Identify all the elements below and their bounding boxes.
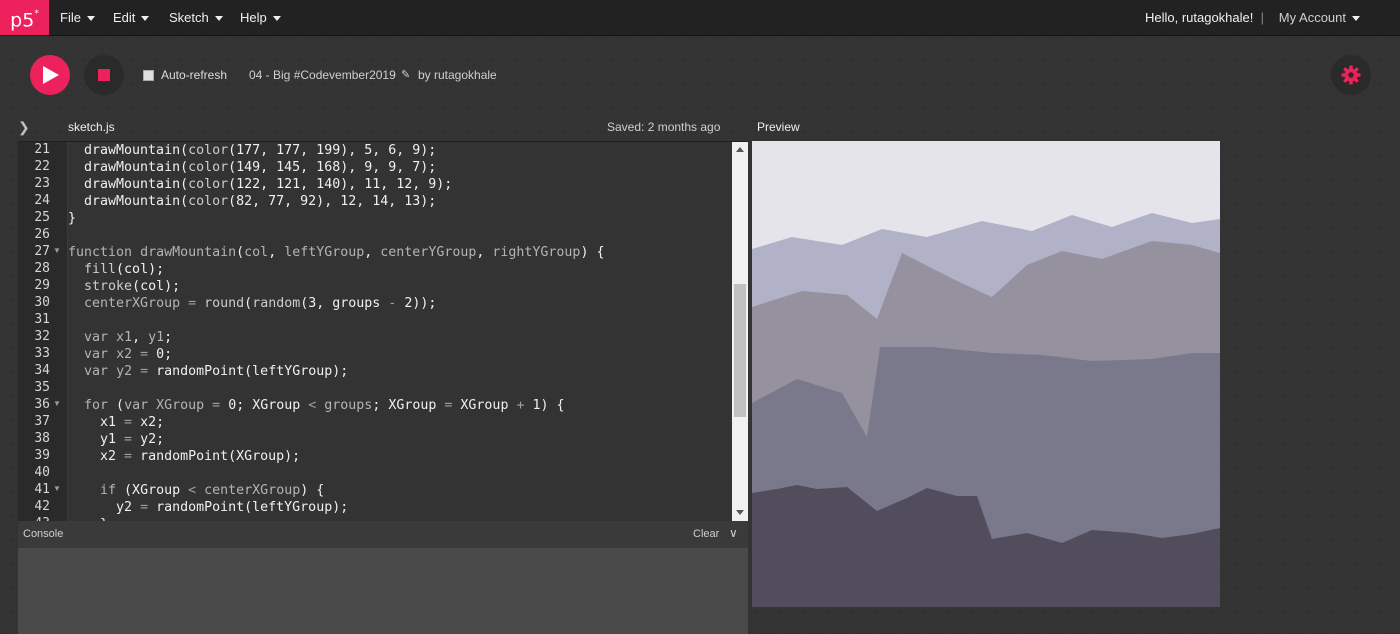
code-line: drawMountain(color(177, 177, 199), 5, 6,…: [68, 143, 437, 158]
line-number: 38: [34, 431, 50, 446]
code-content[interactable]: drawMountain(color(177, 177, 199), 5, 6,…: [68, 142, 732, 521]
code-line: y1 = y2;: [68, 432, 165, 447]
code-line: y2 = randomPoint(leftYGroup);: [68, 500, 349, 515]
line-number: 22: [34, 159, 50, 174]
chevron-down-icon: [214, 16, 223, 22]
mountain-artwork: [752, 141, 1220, 607]
code-line: var x2 = 0;: [84, 347, 173, 362]
chevron-down-icon: [272, 16, 281, 22]
code-line: function drawMountain(col, leftYGroup, c…: [68, 245, 605, 260]
code-line: drawMountain(color(82, 77, 92), 12, 14, …: [68, 194, 437, 209]
line-number: 35: [34, 380, 50, 395]
menu-file[interactable]: File: [60, 0, 95, 35]
line-number: 28: [34, 261, 50, 276]
line-number: 36: [34, 397, 50, 412]
line-number: 32: [34, 329, 50, 344]
code-line: x2 = randomPoint(XGroup);: [68, 449, 301, 464]
scroll-down-icon[interactable]: [736, 510, 744, 515]
code-line: var x1, y1;: [84, 330, 173, 345]
chevron-down-icon: [86, 16, 95, 22]
line-number: 33: [34, 346, 50, 361]
console-clear-button[interactable]: Clear: [693, 528, 719, 540]
menu-sketch[interactable]: Sketch: [169, 0, 223, 35]
line-number-gutter: 21 22 23 24 25 26 27 ▼ 28 29 30 31 32 33…: [18, 142, 68, 521]
line-number: 26: [34, 227, 50, 242]
line-number: 40: [34, 465, 50, 480]
preview-label: Preview: [757, 120, 800, 134]
line-number: 34: [34, 363, 50, 378]
fold-arrow-icon[interactable]: ▼: [53, 484, 61, 493]
code-line: drawMountain(color(149, 145, 168), 9, 9,…: [68, 160, 437, 175]
sidebar-expand-icon[interactable]: ❯: [18, 119, 30, 136]
auto-refresh-label: Auto-refresh: [161, 68, 228, 82]
auto-refresh-checkbox[interactable]: [143, 70, 154, 81]
menu-help[interactable]: Help: [240, 0, 281, 35]
code-line: drawMountain(color(122, 121, 140), 11, 1…: [68, 177, 453, 192]
chevron-down-icon: [1352, 16, 1360, 22]
preview-canvas[interactable]: [752, 141, 1220, 607]
my-account-menu[interactable]: My Account: [1279, 0, 1360, 35]
scrollbar-thumb[interactable]: [734, 284, 746, 417]
line-number: 24: [34, 193, 50, 208]
code-line: }: [68, 211, 77, 226]
saved-status: Saved: 2 months ago: [607, 120, 721, 134]
line-number: 27: [34, 244, 50, 259]
code-line: for (var XGroup = 0; XGroup < groups; XG…: [84, 398, 565, 413]
code-editor[interactable]: 21 22 23 24 25 26 27 ▼ 28 29 30 31 32 33…: [18, 141, 748, 521]
code-line: fill(col);: [84, 262, 165, 277]
code-line: stroke(col);: [84, 279, 181, 294]
scroll-up-icon[interactable]: [736, 147, 744, 152]
stop-button[interactable]: [84, 55, 124, 95]
play-icon: [43, 66, 59, 84]
console-output: [18, 548, 748, 634]
chevron-down-icon[interactable]: ∨: [729, 526, 738, 540]
code-line: centerXGroup = round(random(3, groups - …: [84, 296, 437, 311]
sketch-name[interactable]: 04 - Big #Codevember2019: [249, 68, 396, 82]
line-number: 37: [34, 414, 50, 429]
line-number: 25: [34, 210, 50, 225]
greeting: Hello, rutagokhale! |: [1144, 10, 1264, 25]
code-line: x1 = x2;: [68, 415, 165, 430]
line-number: 42: [34, 499, 50, 514]
line-number: 41: [34, 482, 50, 497]
settings-button[interactable]: [1331, 55, 1371, 95]
code-line: if (XGroup < centerXGroup) {: [100, 483, 325, 498]
gear-icon: [1341, 65, 1361, 85]
line-number: 30: [34, 295, 50, 310]
play-button[interactable]: [30, 55, 70, 95]
file-tab-name[interactable]: sketch.js: [68, 120, 115, 134]
p5-logo[interactable]: p5*: [0, 0, 49, 35]
line-number: 31: [34, 312, 50, 327]
code-line: var y2 = randomPoint(leftYGroup);: [84, 364, 349, 379]
line-number: 29: [34, 278, 50, 293]
editor-scrollbar[interactable]: [732, 142, 748, 521]
menu-edit[interactable]: Edit: [113, 0, 150, 35]
fold-arrow-icon[interactable]: ▼: [53, 246, 61, 255]
pencil-icon[interactable]: ✎: [401, 68, 410, 81]
fold-arrow-icon[interactable]: ▼: [53, 399, 61, 408]
console-header: Console Clear ∨: [18, 521, 748, 548]
top-nav: p5* File Edit Sketch Help Hello, rutagok…: [0, 0, 1400, 36]
line-number: 21: [34, 142, 50, 157]
chevron-down-icon: [141, 16, 150, 22]
stop-icon: [98, 69, 110, 81]
line-number: 39: [34, 448, 50, 463]
console-label: Console: [23, 528, 64, 540]
sketch-owner[interactable]: by rutagokhale: [418, 68, 497, 82]
line-number: 23: [34, 176, 50, 191]
